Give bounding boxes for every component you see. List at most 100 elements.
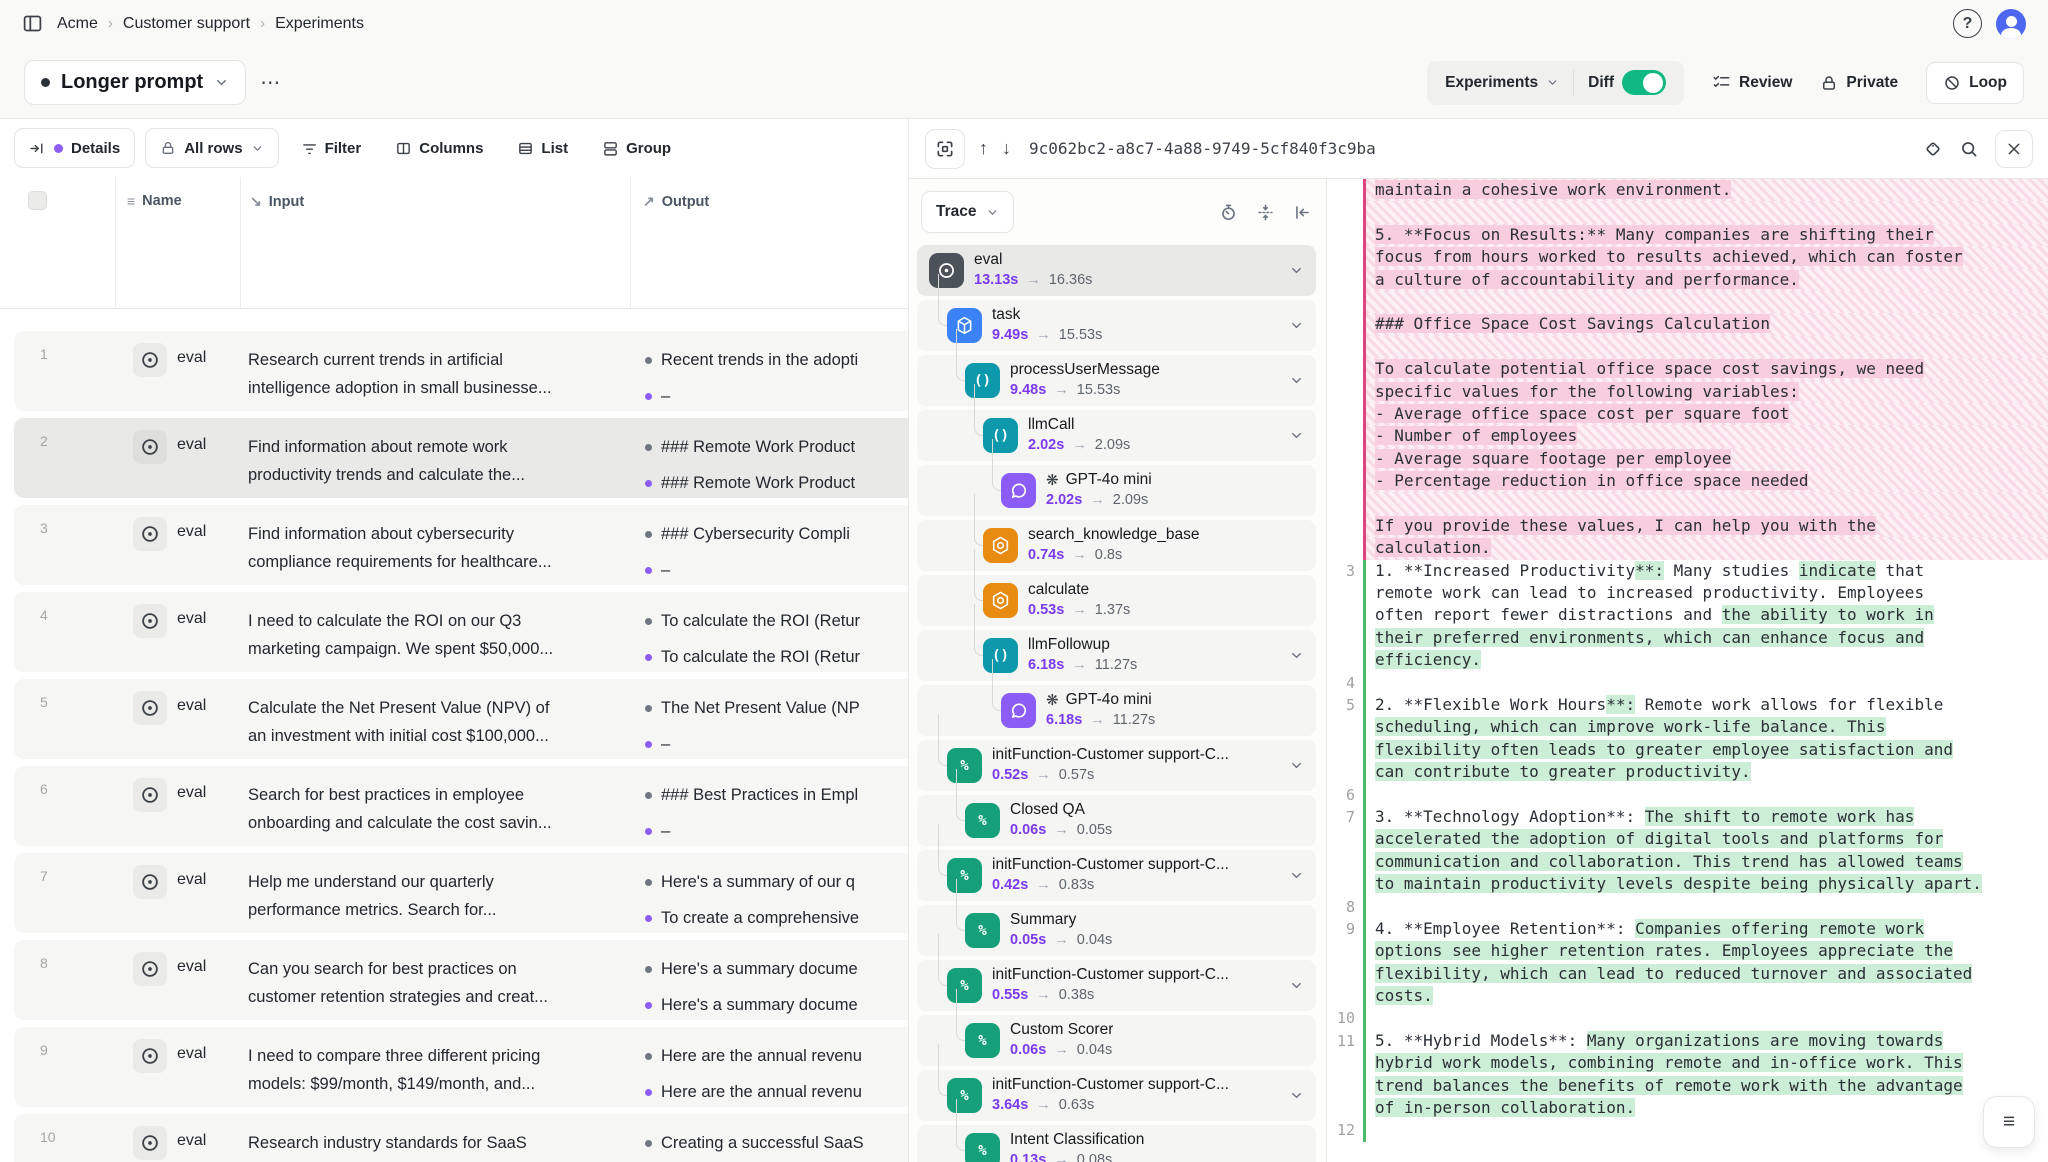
chevron-down-icon[interactable] xyxy=(1289,1088,1304,1103)
span-row[interactable]: %initFunction-Customer support-C...3.64s… xyxy=(917,1070,1316,1121)
table-row[interactable]: 8evalCan you search for best practices o… xyxy=(14,940,908,1020)
private-button[interactable]: Private xyxy=(1820,74,1898,92)
columns-button[interactable]: Columns xyxy=(383,128,495,168)
private-label: Private xyxy=(1846,74,1898,92)
loop-button[interactable]: Loop xyxy=(1926,62,2024,104)
diff-line-text xyxy=(1363,896,2048,918)
collapse-panel-button[interactable] xyxy=(1293,203,1312,222)
span-row[interactable]: %Summary0.05s→0.04s xyxy=(917,905,1316,956)
row-name: eval xyxy=(177,871,206,889)
expand-trace-button[interactable] xyxy=(925,129,965,169)
column-header-input[interactable]: ↘ Input xyxy=(250,193,304,210)
diff-line-number xyxy=(1327,582,1363,604)
collapse-all-button[interactable] xyxy=(1256,203,1275,222)
output-text: Here are the annual revenu xyxy=(661,1047,862,1066)
diff-line-number xyxy=(1327,940,1363,962)
span-row[interactable]: task9.49s→15.53s xyxy=(917,300,1316,351)
chevron-down-icon[interactable] xyxy=(1289,978,1304,993)
chevron-down-icon xyxy=(986,206,999,219)
table-row[interactable]: 2evalFind information about remote work … xyxy=(14,418,908,498)
trace-panel: ↑ ↓ 9c062bc2-a8c7-4a88-9749-5cf840f3c9ba xyxy=(908,119,2048,1162)
output-line: Here are the annual revenu xyxy=(645,1042,908,1070)
table-row[interactable]: 3evalFind information about cybersecurit… xyxy=(14,505,908,585)
table-row[interactable]: 4evalI need to calculate the ROI on our … xyxy=(14,592,908,672)
table-row[interactable]: 10evalResearch industry standards for Sa… xyxy=(14,1114,908,1162)
experiment-switcher-button[interactable]: Longer prompt xyxy=(24,60,246,105)
chevron-down-icon[interactable] xyxy=(1289,373,1304,388)
details-button[interactable]: Details xyxy=(14,128,135,168)
span-durations: 9.49s→15.53s xyxy=(992,327,1102,343)
chevron-down-icon[interactable] xyxy=(1289,428,1304,443)
timing-button[interactable] xyxy=(1219,203,1238,222)
span-durations: 0.06s→0.05s xyxy=(1010,822,1112,838)
output-text: ### Best Practices in Empl xyxy=(661,786,858,805)
all-rows-button[interactable]: All rows xyxy=(145,128,278,168)
span-durations: 0.55s→0.38s xyxy=(992,987,1094,1003)
group-button[interactable]: Group xyxy=(590,128,683,168)
diff-line-text: 3. **Technology Adoption**: The shift to… xyxy=(1363,806,2048,828)
row-output: ### Best Practices in Empl– xyxy=(645,781,908,853)
content-area: Details All rows Filter xyxy=(0,118,2048,1161)
list-button[interactable]: List xyxy=(505,128,580,168)
previous-row-button[interactable]: ↑ xyxy=(979,138,988,159)
table-row[interactable]: 1evalResearch current trends in artifici… xyxy=(14,331,908,411)
bottom-menu-button[interactable]: ≡ xyxy=(1983,1096,2035,1148)
diff-line-number xyxy=(1327,492,1363,514)
table-row[interactable]: 5evalCalculate the Net Present Value (NP… xyxy=(14,679,908,759)
span-row[interactable]: ()llmCall2.02s→2.09s xyxy=(917,410,1316,461)
span-row[interactable]: %Intent Classification0.13s→0.08s xyxy=(917,1125,1316,1162)
diff-line-text xyxy=(1363,672,2048,694)
breadcrumb-section[interactable]: Experiments xyxy=(275,15,364,33)
span-row[interactable]: %Custom Scorer0.06s→0.04s xyxy=(917,1015,1316,1066)
row-number: 8 xyxy=(40,955,48,971)
select-all-checkbox[interactable] xyxy=(28,191,47,210)
diff-toggle[interactable] xyxy=(1622,70,1666,95)
diff-line-text: - Average square footage per employee xyxy=(1363,448,2048,470)
column-header-name[interactable]: ≡ Name xyxy=(127,193,182,209)
span-compare-duration: 1.37s xyxy=(1095,602,1130,618)
rows-icon: ≡ xyxy=(127,193,135,209)
breadcrumb-org[interactable]: Acme xyxy=(57,15,98,33)
diff-line-text: ### Office Space Cost Savings Calculatio… xyxy=(1363,313,2048,335)
span-row[interactable]: ❋GPT-4o mini6.18s→11.27s xyxy=(917,685,1316,736)
avatar[interactable] xyxy=(1996,9,2026,39)
diff-removed-line: - Number of employees xyxy=(1327,425,2048,447)
span-duration: 2.02s xyxy=(1046,492,1082,508)
search-button[interactable] xyxy=(1959,139,1979,159)
table-row[interactable]: 7evalHelp me understand our quarterly pe… xyxy=(14,853,908,933)
trace-view-button[interactable]: Trace xyxy=(921,191,1014,233)
span-row[interactable]: %initFunction-Customer support-C...0.42s… xyxy=(917,850,1316,901)
column-header-output[interactable]: ↗ Output xyxy=(643,193,709,210)
diff-line-number xyxy=(1327,269,1363,291)
span-row[interactable]: %initFunction-Customer support-C...0.55s… xyxy=(917,960,1316,1011)
diff-removed-line: focus from hours worked to results achie… xyxy=(1327,246,2048,268)
sidebar-toggle-button[interactable] xyxy=(22,13,43,34)
chevron-down-icon[interactable] xyxy=(1289,318,1304,333)
table-row[interactable]: 9evalI need to compare three different p… xyxy=(14,1027,908,1107)
span-compare-duration: 11.27s xyxy=(1113,712,1155,728)
span-row[interactable]: ()llmFollowup6.18s→11.27s xyxy=(917,630,1316,681)
more-actions-button[interactable]: ⋯ xyxy=(260,70,282,95)
filter-button[interactable]: Filter xyxy=(289,128,374,168)
span-row[interactable]: eval13.13s→16.36s xyxy=(917,245,1316,296)
chevron-down-icon[interactable] xyxy=(1289,648,1304,663)
chevron-down-icon[interactable] xyxy=(1289,758,1304,773)
next-row-button[interactable]: ↓ xyxy=(1002,138,1011,159)
view-switcher-button[interactable]: Experiments xyxy=(1431,61,1573,105)
chevron-down-icon[interactable] xyxy=(1289,263,1304,278)
span-label: initFunction-Customer support-C... xyxy=(992,966,1229,984)
eval-icon xyxy=(133,1126,167,1160)
span-compare-duration: 0.38s xyxy=(1059,987,1094,1003)
help-button[interactable]: ? xyxy=(1953,9,1982,38)
span-row[interactable]: %Closed QA0.06s→0.05s xyxy=(917,795,1316,846)
diff-line-number xyxy=(1327,851,1363,873)
span-row[interactable]: %initFunction-Customer support-C...0.52s… xyxy=(917,740,1316,791)
chevron-down-icon[interactable] xyxy=(1289,868,1304,883)
review-button[interactable]: Review xyxy=(1712,73,1792,92)
breadcrumb-project[interactable]: Customer support xyxy=(123,15,250,33)
close-icon xyxy=(2006,141,2022,157)
table-row[interactable]: 6evalSearch for best practices in employ… xyxy=(14,766,908,846)
close-panel-button[interactable] xyxy=(1995,130,2033,168)
tag-button[interactable] xyxy=(1923,139,1943,159)
diff-line-number xyxy=(1327,1097,1363,1119)
